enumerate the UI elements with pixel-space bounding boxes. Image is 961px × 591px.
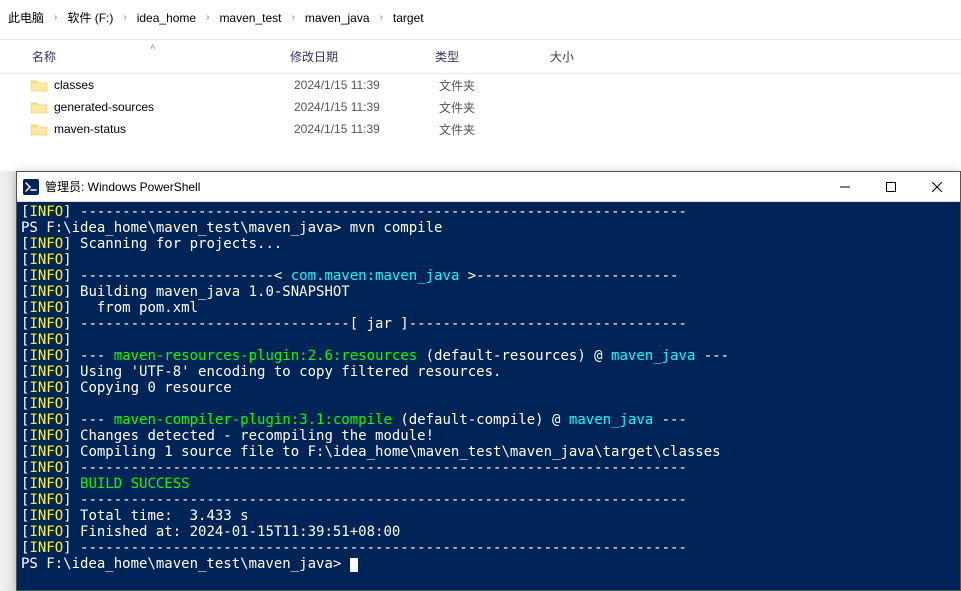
folder-icon: [30, 78, 48, 92]
file-row[interactable]: maven-status 2024/1/15 11:39 文件夹: [0, 118, 961, 140]
folder-icon: [30, 122, 48, 136]
titlebar[interactable]: 管理员: Windows PowerShell: [17, 172, 960, 202]
file-name: generated-sources: [54, 100, 294, 114]
column-size[interactable]: 大小: [550, 48, 660, 65]
file-row[interactable]: classes 2024/1/15 11:39 文件夹: [0, 74, 961, 96]
breadcrumb-item-maventest[interactable]: maven_test: [213, 8, 287, 28]
breadcrumb: 此电脑 › 软件 (F:) › idea_home › maven_test ›…: [0, 0, 961, 35]
breadcrumb-item-target[interactable]: target: [387, 8, 430, 28]
file-date: 2024/1/15 11:39: [294, 78, 439, 92]
chevron-right-icon[interactable]: ›: [121, 12, 128, 23]
chevron-right-icon[interactable]: ›: [378, 12, 385, 23]
column-name[interactable]: 名称 ˄: [30, 48, 290, 65]
file-name: classes: [54, 78, 294, 92]
column-type[interactable]: 类型: [435, 48, 550, 65]
terminal-body[interactable]: [INFO] ---------------------------------…: [17, 202, 960, 590]
chevron-right-icon[interactable]: ›: [204, 12, 211, 23]
file-explorer: 名称 ˄ 修改日期 类型 大小 classes 2024/1/15 11:39 …: [0, 39, 961, 140]
powershell-icon: [23, 179, 39, 195]
chevron-right-icon[interactable]: ›: [289, 12, 296, 23]
breadcrumb-item-thispc[interactable]: 此电脑: [2, 6, 50, 29]
file-type: 文件夹: [439, 121, 554, 138]
maximize-button[interactable]: [868, 172, 914, 202]
window-title: 管理员: Windows PowerShell: [45, 178, 822, 195]
column-date[interactable]: 修改日期: [290, 48, 435, 65]
column-name-label: 名称: [32, 50, 56, 64]
file-row[interactable]: generated-sources 2024/1/15 11:39 文件夹: [0, 96, 961, 118]
window-shadow: [0, 171, 16, 591]
breadcrumb-item-drive[interactable]: 软件 (F:): [61, 6, 119, 29]
close-button[interactable]: [914, 172, 960, 202]
breadcrumb-item-mavenjava[interactable]: maven_java: [299, 8, 376, 28]
file-date: 2024/1/15 11:39: [294, 122, 439, 136]
minimize-button[interactable]: [822, 172, 868, 202]
file-type: 文件夹: [439, 99, 554, 116]
explorer-header: 名称 ˄ 修改日期 类型 大小: [0, 39, 961, 74]
chevron-right-icon[interactable]: ›: [52, 12, 59, 23]
file-type: 文件夹: [439, 77, 554, 94]
cursor: [350, 558, 358, 572]
folder-icon: [30, 100, 48, 114]
file-name: maven-status: [54, 122, 294, 136]
window-controls: [822, 172, 960, 202]
powershell-window: 管理员: Windows PowerShell [INFO] ---------…: [16, 171, 961, 591]
breadcrumb-item-ideahome[interactable]: idea_home: [131, 8, 202, 28]
file-date: 2024/1/15 11:39: [294, 100, 439, 114]
sort-asc-icon: ˄: [150, 42, 155, 52]
